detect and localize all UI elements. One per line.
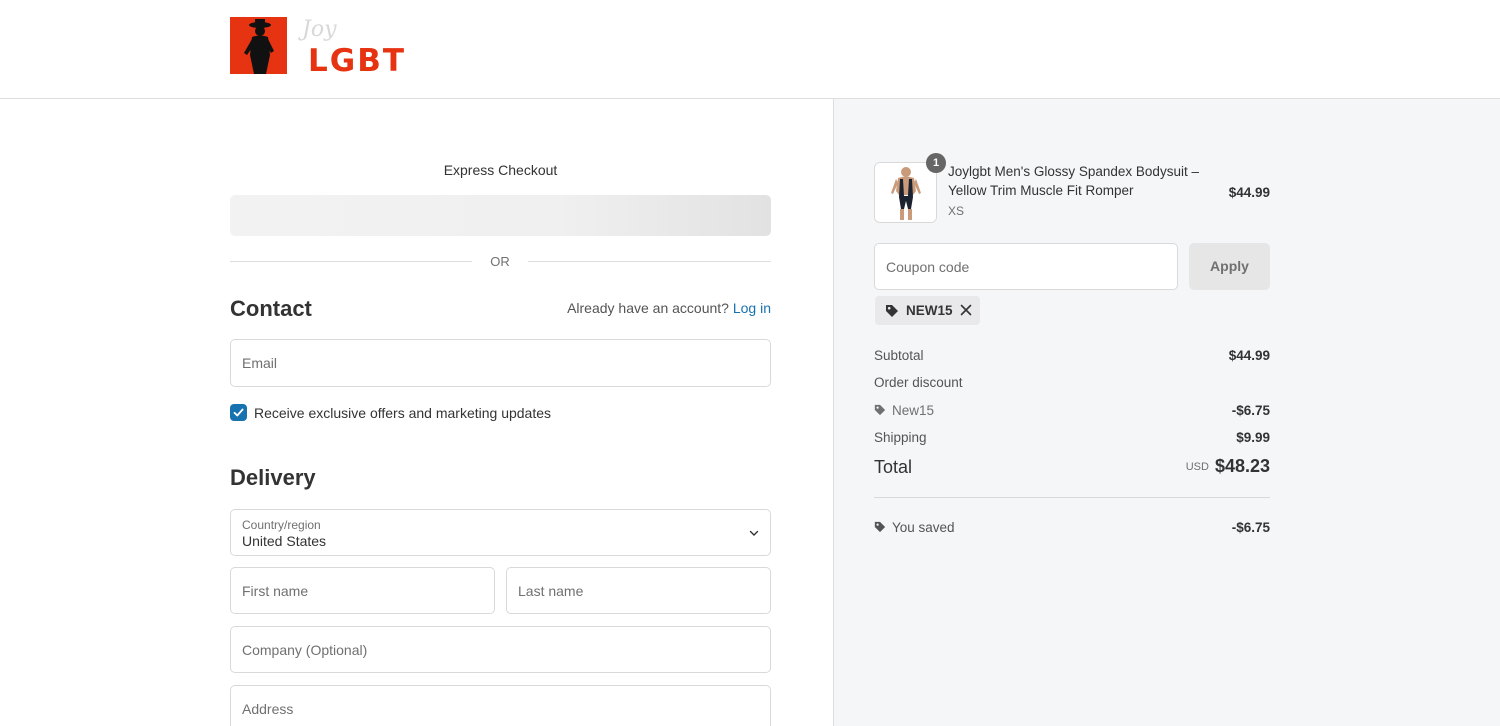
tag-icon — [874, 404, 886, 416]
marketing-checkbox[interactable] — [230, 404, 247, 421]
summary-divider — [874, 497, 1270, 498]
coupon-input[interactable]: Coupon code — [874, 243, 1178, 290]
first-name-field[interactable]: First name — [230, 567, 495, 614]
order-discount-label: Order discount — [874, 375, 963, 390]
discount-line-code: New15 — [892, 403, 935, 418]
quantity-badge: 1 — [926, 153, 946, 173]
login-link[interactable]: Log in — [733, 300, 771, 316]
discount-code: NEW15 — [906, 303, 953, 318]
tag-icon — [874, 521, 886, 533]
product-image — [875, 163, 936, 222]
shipping-value: $9.99 — [1236, 430, 1270, 445]
total-amount: USD $48.23 — [1186, 456, 1270, 477]
marketing-label: Receive exclusive offers and marketing u… — [254, 405, 552, 421]
chevron-down-icon — [749, 530, 759, 536]
company-placeholder: Company (Optional) — [242, 641, 368, 658]
remove-discount-icon[interactable] — [959, 303, 973, 317]
logo-script: Joy — [302, 17, 337, 42]
country-label: Country/region — [242, 518, 321, 532]
subtotal-label: Subtotal — [874, 348, 924, 363]
discount-value: -$6.75 — [1231, 403, 1270, 418]
country-value: United States — [242, 533, 327, 549]
last-name-placeholder: Last name — [518, 582, 584, 599]
you-saved-label: You saved — [892, 520, 955, 535]
store-logo[interactable]: Joy LGBT — [230, 17, 430, 79]
discount-line: New15 — [874, 403, 934, 418]
total-value: $48.23 — [1214, 456, 1270, 476]
address-placeholder: Address — [242, 700, 294, 717]
express-checkout-button[interactable] — [230, 195, 771, 236]
tag-icon — [886, 305, 898, 317]
you-saved-value: -$6.75 — [1231, 520, 1270, 535]
divider-right — [528, 261, 771, 262]
email-placeholder: Email — [242, 355, 278, 371]
contact-heading: Contact — [230, 296, 312, 321]
last-name-field[interactable]: Last name — [506, 567, 771, 614]
header: Joy LGBT — [0, 0, 1500, 99]
logo-mark — [230, 17, 287, 74]
country-select[interactable]: Country/region United States — [230, 509, 771, 556]
product-variant: XS — [948, 204, 965, 218]
product-price: $44.99 — [1228, 185, 1270, 200]
total-label: Total — [874, 457, 913, 477]
checkmark-icon — [233, 408, 244, 417]
product-thumbnail — [874, 162, 937, 223]
company-field[interactable]: Company (Optional) — [230, 626, 771, 673]
or-separator: OR — [490, 254, 510, 269]
subtotal-value: $44.99 — [1228, 348, 1270, 363]
account-prompt-text: Already have an account? — [567, 300, 729, 316]
delivery-heading: Delivery — [230, 465, 316, 490]
first-name-placeholder: First name — [242, 582, 309, 599]
account-prompt: Already have an account? Log in — [567, 300, 771, 316]
coupon-placeholder: Coupon code — [886, 259, 970, 275]
you-saved-line: You saved — [874, 520, 955, 535]
address-field[interactable]: Address — [230, 685, 771, 726]
divider-left — [230, 261, 472, 262]
shipping-label: Shipping — [874, 430, 927, 445]
applied-discount-chip: NEW15 — [875, 296, 980, 325]
currency-code: USD — [1185, 461, 1209, 473]
product-title: Joylgbt Men's Glossy Spandex Bodysuit – … — [948, 164, 1199, 198]
apply-button[interactable]: Apply — [1189, 243, 1270, 290]
logo-text: LGBT — [308, 43, 406, 79]
express-checkout-title: Express Checkout — [443, 162, 558, 178]
email-field[interactable]: Email — [230, 339, 771, 387]
